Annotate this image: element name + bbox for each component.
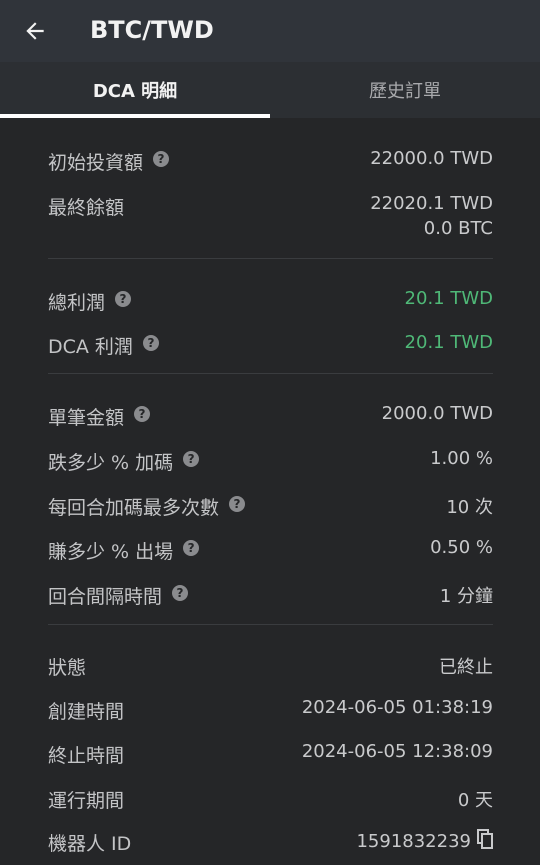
help-icon[interactable]: ? (153, 150, 170, 167)
status-value: 已終止 (439, 657, 493, 678)
duration-value: 0 天 (457, 790, 493, 811)
page-title: BTC/TWD (90, 16, 214, 44)
created-at-value: 2024-06-05 01:38:19 (301, 697, 493, 718)
help-icon[interactable]: ? (115, 290, 132, 307)
max-addons-label: 每回合加碼最多次數 (48, 497, 220, 519)
total-profit-value: 20.1 TWD (404, 288, 493, 309)
round-interval-label: 回合間隔時間 (48, 586, 163, 608)
arrow-left-icon (26, 22, 44, 40)
help-icon[interactable]: ? (183, 539, 200, 556)
copy-icon[interactable] (477, 829, 493, 849)
drop-percent-label: 跌多少 % 加碼 (48, 452, 174, 474)
drop-percent-value: 1.00 % (430, 448, 493, 469)
help-icon[interactable]: ? (142, 334, 159, 351)
help-icon[interactable]: ? (134, 405, 151, 422)
profit-percent-label: 賺多少 % 出場 (48, 541, 174, 563)
initial-investment-value: 22000.0 TWD (370, 148, 493, 169)
tab-order-history[interactable]: 歷史訂單 (270, 62, 540, 118)
round-interval-value: 1 分鐘 (439, 586, 493, 607)
ended-at-label: 終止時間 (48, 745, 125, 767)
divider (48, 258, 493, 259)
dca-profit-value: 20.1 TWD (404, 332, 493, 353)
single-amount-value: 2000.0 TWD (381, 403, 493, 424)
divider (48, 373, 493, 374)
tab-bar: DCA 明細 歷史訂單 (0, 62, 540, 118)
help-icon[interactable]: ? (183, 450, 200, 467)
final-balance-label: 最終餘額 (48, 197, 125, 219)
status-label: 狀態 (48, 657, 87, 679)
divider (48, 624, 493, 625)
profit-percent-value: 0.50 % (430, 537, 493, 558)
app-bar: BTC/TWD (0, 0, 540, 62)
duration-label: 運行期間 (48, 790, 125, 812)
help-icon[interactable]: ? (172, 584, 189, 601)
dca-profit-label: DCA 利潤 (48, 336, 133, 358)
ended-at-value: 2024-06-05 12:38:09 (301, 741, 493, 762)
tab-dca-details[interactable]: DCA 明細 (0, 62, 270, 118)
back-button[interactable] (18, 14, 52, 48)
total-profit-label: 總利潤 (48, 292, 106, 314)
initial-investment-label: 初始投資額 (48, 152, 144, 174)
final-balance-btc-value: 0.0 BTC (423, 218, 493, 239)
active-tab-indicator (0, 114, 270, 118)
max-addons-value: 10 次 (446, 497, 493, 518)
single-amount-label: 單筆金額 (48, 407, 125, 429)
final-balance-twd-value: 22020.1 TWD (370, 193, 493, 214)
bot-id-value: 1591832239 (356, 831, 471, 852)
created-at-label: 創建時間 (48, 701, 125, 723)
bot-id-label: 機器人 ID (48, 833, 132, 855)
help-icon[interactable]: ? (229, 495, 246, 512)
